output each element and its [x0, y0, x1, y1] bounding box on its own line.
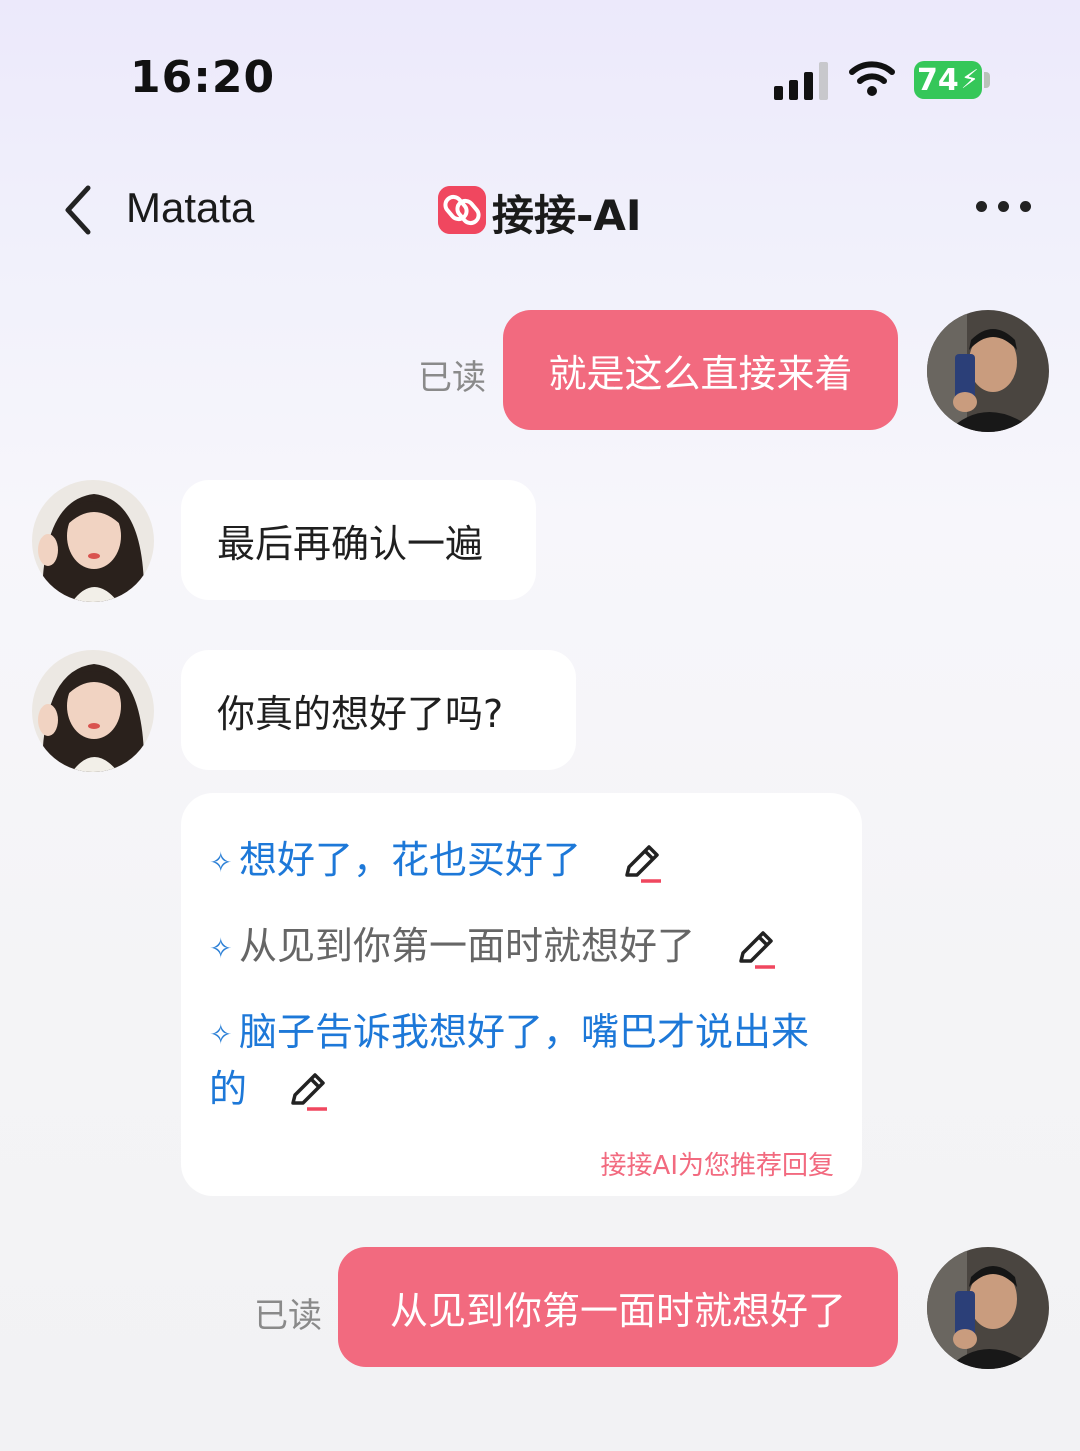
chevron-left-icon[interactable]	[62, 184, 96, 236]
battery-tip	[984, 72, 990, 88]
status-time: 16:20	[130, 52, 276, 103]
app-title: 接接-AI	[492, 191, 642, 240]
sparkle-icon: ✧	[209, 931, 233, 965]
suggestion-item[interactable]: ✧ 从见到你第一面时就想好了	[209, 919, 777, 976]
contact-name: Matata	[126, 184, 255, 231]
ai-recommendation-footer: 接接AI为您推荐回复	[600, 1151, 834, 1181]
suggestion-text: 从见到你第一面时就想好了	[239, 924, 696, 968]
edit-pencil-icon[interactable]	[619, 841, 663, 885]
read-receipt: 已读	[254, 1296, 322, 1336]
sparkle-icon: ✧	[209, 845, 233, 879]
sparkle-icon: ✧	[209, 1017, 233, 1051]
contact-avatar[interactable]	[32, 650, 154, 772]
battery-indicator: 74 ⚡	[914, 61, 982, 99]
edit-pencil-icon[interactable]	[285, 1069, 329, 1113]
cellular-signal-icon	[774, 62, 830, 100]
my-avatar[interactable]	[927, 310, 1049, 432]
my-avatar[interactable]	[927, 1247, 1049, 1369]
outgoing-message-bubble[interactable]: 就是这么直接来着	[503, 310, 898, 430]
ai-reply-suggestions-card: ✧ 想好了，花也买好了 ✧ 从见到你第一面时就想好了 ✧ 脑子告诉我想好了，嘴巴才说出…	[181, 793, 862, 1196]
edit-pencil-icon[interactable]	[733, 927, 777, 971]
incoming-message-bubble[interactable]: 你真的想好了吗?	[181, 650, 576, 770]
incoming-message-bubble[interactable]: 最后再确认一遍	[181, 480, 536, 600]
read-receipt: 已读	[418, 358, 486, 398]
charging-bolt-icon: ⚡	[960, 65, 979, 95]
message-text: 从见到你第一面时就想好了	[389, 1288, 846, 1333]
app-logo-icon	[438, 186, 486, 234]
message-text: 最后再确认一遍	[217, 521, 484, 566]
more-dots-icon[interactable]	[976, 201, 1032, 217]
message-text: 就是这么直接来着	[548, 351, 853, 396]
wifi-icon	[849, 61, 895, 96]
contact-avatar[interactable]	[32, 480, 154, 602]
message-text: 你真的想好了吗?	[217, 691, 504, 736]
battery-level: 74	[916, 62, 959, 98]
suggestion-text: 想好了，花也买好了	[239, 838, 582, 882]
outgoing-message-bubble[interactable]: 从见到你第一面时就想好了	[338, 1247, 898, 1367]
suggestion-item[interactable]: ✧ 脑子告诉我想好了，嘴巴才说出来的	[209, 1005, 829, 1116]
suggestion-item[interactable]: ✧ 想好了，花也买好了	[209, 833, 663, 890]
